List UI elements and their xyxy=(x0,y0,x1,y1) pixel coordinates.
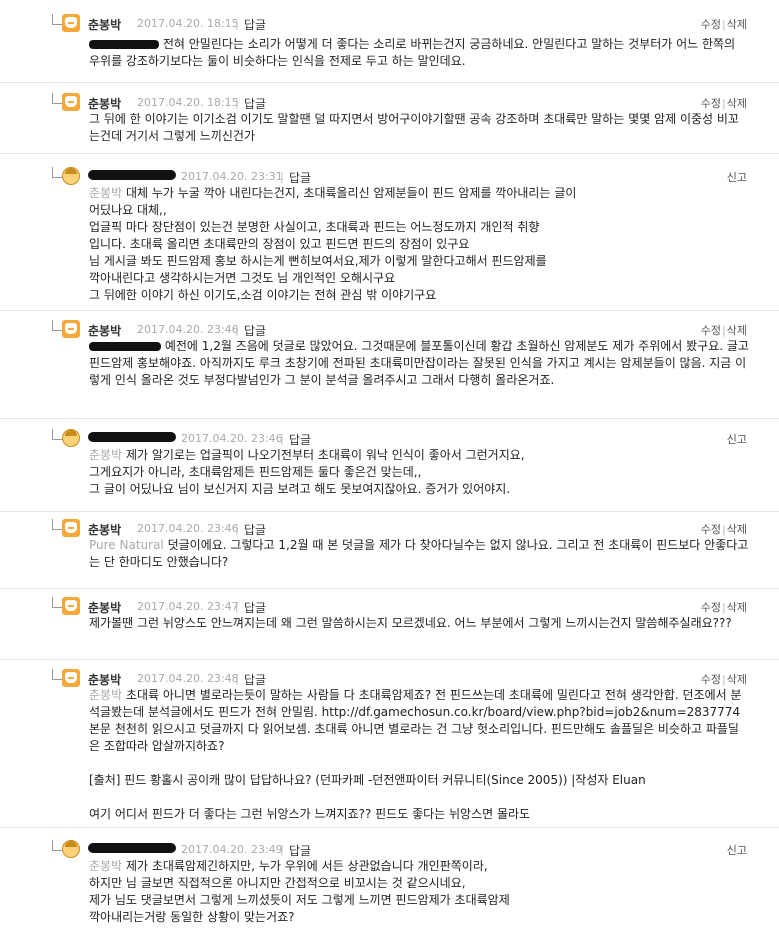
comment-date: 2017.04.20. 23:47 xyxy=(137,600,239,613)
comment-date: 2017.04.20. 23:46 xyxy=(137,522,239,535)
report-button[interactable]: 신고 xyxy=(727,431,747,447)
report-button[interactable]: 신고 xyxy=(727,842,747,858)
edit-button[interactable]: 수정 xyxy=(701,324,721,337)
comment-actions: 수정|삭제 xyxy=(701,16,747,32)
reply-button[interactable]: 답글 xyxy=(244,521,266,538)
comment-date: 2017.04.20. 23:48 xyxy=(137,672,239,685)
edit-button[interactable]: 수정 xyxy=(701,97,721,110)
comment-actions: 수정|삭제 xyxy=(701,521,747,537)
comment-text: 춘봉박 제가 알기로는 업글픽이 나오기전부터 초대륙이 워낙 인식이 좋아서 … xyxy=(89,447,749,498)
report-button[interactable]: 신고 xyxy=(727,169,747,185)
avatar[interactable] xyxy=(62,14,80,32)
mention[interactable]: 춘봉박 xyxy=(89,859,122,873)
redacted-author xyxy=(88,843,176,853)
delete-button[interactable]: 삭제 xyxy=(727,673,747,686)
comment-actions: 수정|삭제 xyxy=(701,599,747,615)
comment-date: 2017.04.20. 18:15 xyxy=(137,96,239,109)
reply-button[interactable]: 답글 xyxy=(244,599,266,616)
comment-body: 그 뒤에 한 이야기는 이기소검 이기도 말할땐 덜 따지면서 방어구이야기할땐… xyxy=(89,112,739,143)
comment-text: Pure Natural 덧글이에요. 그렇다고 1,2월 때 본 덧글을 제가… xyxy=(89,537,749,571)
mention[interactable]: 춘봉박 xyxy=(89,448,122,462)
delete-button[interactable]: 삭제 xyxy=(727,97,747,110)
comment-author[interactable]: 춘봉박 xyxy=(88,671,121,688)
delete-button[interactable]: 삭제 xyxy=(727,601,747,614)
comment-text: 춘봉박 초대륙 아니면 별로라는듯이 말하는 사람들 다 초대륙암제죠? 전 핀… xyxy=(89,687,749,823)
avatar[interactable] xyxy=(62,429,80,447)
comment-body: 초대륙 아니면 별로라는듯이 말하는 사람들 다 초대륙암제죠? 전 핀드쓰는데… xyxy=(89,688,742,821)
comment-text: 춘봉박 대체 누가 누굴 깍아 내린다는건지, 초대륙올리신 암제분들이 핀드 … xyxy=(89,185,749,304)
edit-button[interactable]: 수정 xyxy=(701,523,721,536)
avatar[interactable] xyxy=(62,519,80,537)
comment-item: 2017.04.20. 23:46 | 답글 신고 춘봉박 제가 알기로는 업글… xyxy=(0,419,779,512)
reply-button[interactable]: 답글 xyxy=(244,671,266,688)
comment-author[interactable]: 춘봉박 xyxy=(88,599,121,616)
comment-item: 춘봉박 2017.04.20. 18:15 | 답글 수정|삭제 그 뒤에 한 … xyxy=(0,83,779,154)
separator: | xyxy=(235,96,239,109)
separator: | xyxy=(235,600,239,613)
separator: | xyxy=(235,17,239,30)
comment-body: 제가 초대륙암제긴하지만, 누가 우위에 서든 상관없습니다 개인판쪽이라, 하… xyxy=(89,859,510,924)
separator: | xyxy=(235,323,239,336)
avatar[interactable] xyxy=(62,93,80,111)
reply-button[interactable]: 답글 xyxy=(289,169,311,186)
comment-item: 2017.04.20. 23:49 | 답글 신고 춘봉박 제가 초대륙암제긴하… xyxy=(0,828,779,938)
comment-actions: 수정|삭제 xyxy=(701,322,747,338)
comment-item: 2017.04.20. 23:31 | 답글 신고 춘봉박 대체 누가 누굴 깍… xyxy=(0,154,779,311)
separator: | xyxy=(235,672,239,685)
comment-body: 덧글이에요. 그렇다고 1,2월 때 본 덧글을 제가 다 찾아다닐수는 없지 … xyxy=(89,538,749,569)
comment-item: 춘봉박 2017.04.20. 23:47 | 답글 수정|삭제 제가볼땐 그런… xyxy=(0,589,779,660)
comment-date: 2017.04.20. 23:46 xyxy=(137,323,239,336)
edit-button[interactable]: 수정 xyxy=(701,673,721,686)
comment-text: 예전에 1,2월 즈음에 덧글로 많았어요. 그것때문에 블포톨이신데 황갑 초… xyxy=(89,338,749,389)
comment-date: 2017.04.20. 18:15 xyxy=(137,17,239,30)
mention[interactable]: Pure Natural xyxy=(89,538,164,552)
delete-button[interactable]: 삭제 xyxy=(727,523,747,536)
comment-date: 2017.04.20. 23:31 xyxy=(181,170,283,183)
reply-button[interactable]: 답글 xyxy=(289,842,311,859)
redacted-mention xyxy=(89,40,159,49)
separator: | xyxy=(280,170,284,183)
comment-item: 춘봉박 2017.04.20. 23:48 | 답글 수정|삭제 춘봉박 초대륙… xyxy=(0,660,779,828)
comment-item: 춘봉박 2017.04.20. 23:46 | 답글 수정|삭제 Pure Na… xyxy=(0,512,779,589)
redacted-author xyxy=(88,170,176,180)
comment-date: 2017.04.20. 23:49 xyxy=(181,843,283,856)
reply-button[interactable]: 답글 xyxy=(244,95,266,112)
avatar[interactable] xyxy=(62,840,80,858)
reply-button[interactable]: 답글 xyxy=(244,16,266,33)
separator: | xyxy=(280,843,284,856)
edit-button[interactable]: 수정 xyxy=(701,601,721,614)
comment-body: 제가볼땐 그런 뉘앙스도 안느껴지는데 왜 그런 말씀하시는지 모르겠네요. 어… xyxy=(89,616,732,630)
redacted-mention xyxy=(89,342,161,351)
comment-item: 춘봉박 2017.04.20. 23:46 | 답글 수정|삭제 예전에 1,2… xyxy=(0,311,779,419)
edit-button[interactable]: 수정 xyxy=(701,18,721,31)
delete-button[interactable]: 삭제 xyxy=(727,18,747,31)
separator: | xyxy=(280,432,284,445)
comment-author[interactable]: 춘봉박 xyxy=(88,16,121,33)
comment-date: 2017.04.20. 23:46 xyxy=(181,432,283,445)
comment-actions: 수정|삭제 xyxy=(701,671,747,687)
redacted-author xyxy=(88,432,176,442)
comment-body: 예전에 1,2월 즈음에 덧글로 많았어요. 그것때문에 블포톨이신데 황갑 초… xyxy=(89,339,753,387)
separator: | xyxy=(235,522,239,535)
comment-author[interactable]: 춘봉박 xyxy=(88,95,121,112)
comment-actions: 수정|삭제 xyxy=(701,95,747,111)
mention[interactable]: 춘봉박 xyxy=(89,688,122,702)
reply-button[interactable]: 답글 xyxy=(289,431,311,448)
avatar[interactable] xyxy=(62,167,80,185)
delete-button[interactable]: 삭제 xyxy=(727,324,747,337)
comment-text: 전혀 안밀린다는 소리가 어떻게 더 좋다는 소리로 바뀌는건지 궁금하네요. … xyxy=(89,36,749,70)
comment-text: 춘봉박 제가 초대륙암제긴하지만, 누가 우위에 서든 상관없습니다 개인판쪽이… xyxy=(89,858,749,926)
reply-button[interactable]: 답글 xyxy=(244,322,266,339)
comment-body: 대체 누가 누굴 깍아 내린다는건지, 초대륙올리신 암제분들이 핀드 암제를 … xyxy=(89,186,577,302)
comment-item: 춘봉박 2017.04.20. 18:15 | 답글 수정|삭제 전혀 안밀린다… xyxy=(0,0,779,83)
comment-author[interactable]: 춘봉박 xyxy=(88,521,121,538)
comment-body: 제가 알기로는 업글픽이 나오기전부터 초대륙이 워낙 인식이 좋아서 그런거지… xyxy=(89,448,525,496)
avatar[interactable] xyxy=(62,669,80,687)
avatar[interactable] xyxy=(62,597,80,615)
mention[interactable]: 춘봉박 xyxy=(89,186,122,200)
comment-author[interactable]: 춘봉박 xyxy=(88,322,121,339)
avatar[interactable] xyxy=(62,320,80,338)
comment-body: 전혀 안밀린다는 소리가 어떻게 더 좋다는 소리로 바뀌는건지 궁금하네요. … xyxy=(89,37,739,68)
